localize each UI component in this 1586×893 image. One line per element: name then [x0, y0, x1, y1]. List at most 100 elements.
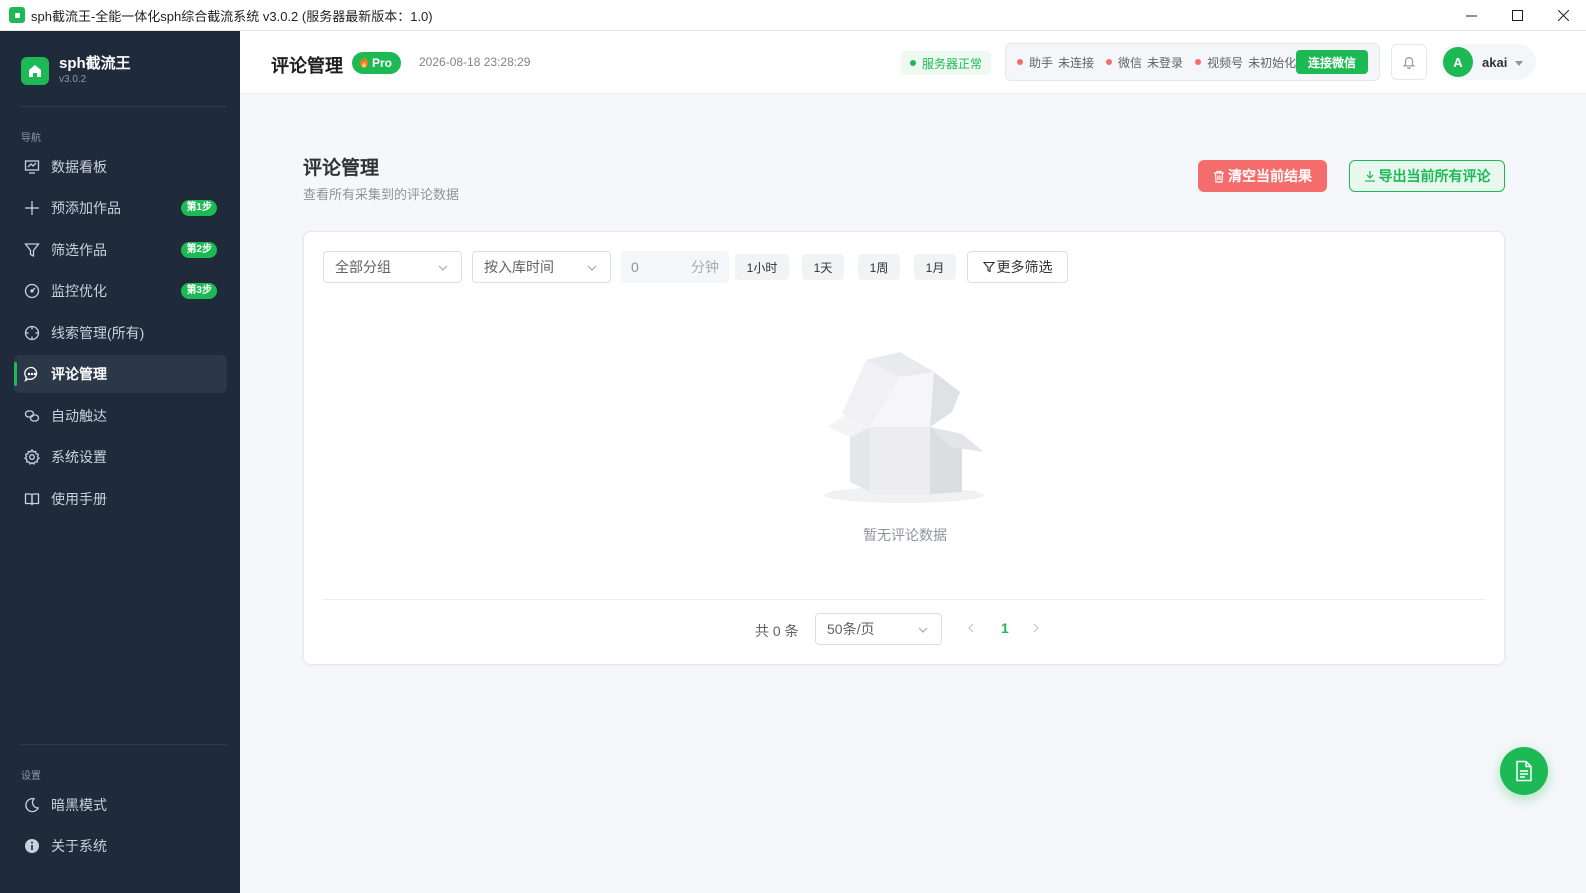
clear-results-button[interactable]: 清空当前结果	[1198, 160, 1327, 192]
sidebar-item-dark-mode[interactable]: 暗黑模式	[14, 786, 227, 824]
window-controls	[1448, 0, 1586, 31]
chart-board-icon	[23, 158, 41, 176]
sidebar-item-label: 筛选作品	[51, 242, 107, 258]
floating-document-button[interactable]	[1500, 747, 1548, 795]
export-comments-label: 导出当前所有评论	[1378, 168, 1491, 184]
sidebar-item-label: 线索管理(所有)	[51, 325, 145, 341]
clear-results-label: 清空当前结果	[1228, 168, 1312, 184]
assistant-status: 助手 未连接	[1017, 54, 1094, 71]
step-badge: 第1步	[181, 200, 217, 216]
current-datetime: 2026-08-18 23:28:29	[419, 55, 531, 69]
app-icon	[9, 7, 25, 23]
moon-icon	[23, 796, 41, 814]
channel-status: 视频号 未初始化	[1195, 54, 1296, 71]
download-icon	[1364, 170, 1376, 182]
minutes-unit: 分钟	[691, 259, 719, 275]
pagination-divider	[323, 599, 1485, 600]
document-icon	[1516, 760, 1532, 782]
status-dot	[910, 60, 916, 66]
status-dot	[1195, 59, 1202, 65]
sidebar-item-label: 数据看板	[51, 159, 107, 175]
user-name: akai	[1482, 54, 1508, 70]
sidebar-item-label: 评论管理	[51, 366, 107, 382]
step-badge: 第3步	[181, 283, 217, 299]
filter-icon	[23, 241, 41, 259]
status-dot	[1017, 59, 1023, 65]
sidebar-item-about[interactable]: 关于系统	[14, 827, 227, 865]
more-filters-button[interactable]: 更多筛选	[967, 251, 1068, 283]
brand-version: v3.0.2	[59, 74, 87, 85]
export-comments-button[interactable]: 导出当前所有评论	[1349, 160, 1505, 192]
prev-page-button[interactable]	[965, 621, 977, 640]
nav-section-label: 导航	[21, 133, 41, 144]
page-title: 评论管理	[271, 56, 343, 76]
minutes-input[interactable]: 0 分钟	[621, 251, 729, 283]
sidebar-item-leads[interactable]: 线索管理(所有)	[14, 314, 227, 352]
empty-box-icon	[822, 342, 987, 509]
range-1-month-button[interactable]: 1月	[914, 254, 956, 280]
connect-wechat-button[interactable]: 连接微信	[1296, 50, 1369, 74]
sidebar-item-auto-reach[interactable]: 自动触达	[14, 397, 227, 435]
page-number-current[interactable]: 1	[1001, 620, 1009, 636]
sidebar-item-settings[interactable]: 系统设置	[14, 438, 227, 476]
assistant-label: 助手	[1029, 55, 1054, 70]
sidebar-item-monitor[interactable]: 监控优化 第3步	[14, 272, 227, 310]
sidebar-item-label: 暗黑模式	[51, 797, 107, 813]
sidebar-item-label: 系统设置	[51, 449, 107, 465]
notification-button[interactable]	[1391, 44, 1427, 80]
group-select[interactable]: 全部分组	[323, 251, 462, 283]
user-menu[interactable]: A akai	[1440, 44, 1536, 80]
maximize-button[interactable]	[1494, 0, 1540, 31]
wechat-status-text: 未登录	[1147, 55, 1184, 70]
brand-name: sph截流王	[59, 55, 131, 72]
range-1-day-button[interactable]: 1天	[802, 254, 844, 280]
group-select-value: 全部分组	[335, 259, 391, 275]
sidebar-item-pre-add[interactable]: 预添加作品 第1步	[14, 189, 227, 227]
settings-section-label: 设置	[21, 771, 41, 782]
chat-icon	[23, 365, 41, 383]
close-button[interactable]	[1540, 0, 1586, 31]
server-status-text: 服务器正常	[922, 56, 983, 71]
page-size-select[interactable]: 50条/页	[815, 613, 942, 645]
sidebar-item-dashboard[interactable]: 数据看板	[14, 148, 227, 186]
close-icon	[1557, 10, 1569, 21]
chevron-right-icon	[1033, 623, 1039, 633]
connection-status-panel: 助手 未连接 微信 未登录 视频号 未初始化 连接微信	[1005, 43, 1380, 81]
gauge-icon	[23, 282, 41, 300]
sidebar-item-comments[interactable]: 评论管理	[14, 355, 227, 393]
maximize-icon	[1511, 10, 1523, 21]
sidebar-item-label: 预添加作品	[51, 200, 121, 216]
chevron-down-icon	[586, 261, 598, 277]
avatar: A	[1443, 47, 1473, 77]
section-subtitle: 查看所有采集到的评论数据	[303, 187, 460, 202]
gear-icon	[23, 448, 41, 466]
caret-down-icon	[1515, 53, 1524, 71]
total-count: 共 0 条	[755, 623, 799, 639]
bell-icon	[1402, 57, 1416, 69]
comments-card: 全部分组 按入库时间 0 分钟 1小时 1天 1周 1月 更多筛选 暂无评论数据…	[303, 231, 1505, 665]
brand: sph截流王 v3.0.2	[21, 55, 131, 86]
sidebar-item-filter-works[interactable]: 筛选作品 第2步	[14, 231, 227, 269]
sidebar-item-manual[interactable]: 使用手册	[14, 480, 227, 518]
next-page-button[interactable]	[1030, 621, 1042, 640]
empty-state-text: 暂无评论数据	[863, 527, 947, 543]
top-header: 评论管理 Pro 2026-08-18 23:28:29 服务器正常 助手 未连…	[240, 31, 1586, 94]
book-icon	[23, 490, 41, 508]
info-icon	[23, 837, 41, 855]
section-title: 评论管理	[303, 158, 380, 179]
wechat-status: 微信 未登录	[1106, 54, 1183, 71]
sidebar-item-label: 使用手册	[51, 491, 107, 507]
range-1-week-button[interactable]: 1周	[858, 254, 900, 280]
crosshair-icon	[23, 324, 41, 342]
sidebar-divider	[20, 744, 227, 745]
sidebar-divider	[20, 106, 227, 107]
chevron-down-icon	[437, 261, 449, 277]
plus-icon	[23, 199, 41, 217]
page-size-value: 50条/页	[827, 621, 875, 637]
range-1-hour-button[interactable]: 1小时	[735, 254, 789, 280]
step-badge: 第2步	[181, 242, 217, 258]
minimize-button[interactable]	[1448, 0, 1494, 31]
status-dot	[1106, 59, 1113, 65]
sort-select[interactable]: 按入库时间	[472, 251, 611, 283]
chevron-left-icon	[968, 623, 974, 633]
